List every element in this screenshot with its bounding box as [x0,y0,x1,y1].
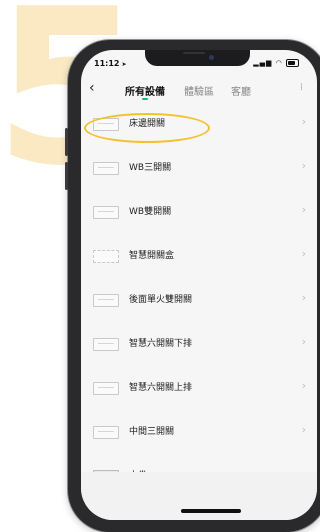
volume-down-button [65,162,68,190]
switch-icon [93,426,119,439]
list-item[interactable]: 智慧開關盒 › [81,234,317,278]
device-name: WB雙開關 [129,207,172,217]
switch-icon [93,206,119,219]
switch-icon [93,294,119,307]
device-name: WB三開關 [129,163,172,173]
wifi-icon: ◠ [275,59,283,67]
location-arrow-icon: ➤ [121,61,127,68]
device-name: 智慧開關盒 [129,251,175,261]
chevron-right-icon: › [301,335,306,348]
device-name: 智慧六開關上排 [129,383,193,393]
switch-icon [93,382,119,395]
volume-up-button [65,128,68,156]
highlight-ellipse [84,113,210,143]
list-item[interactable]: 中間三開關 › [81,410,317,454]
active-tab-indicator [142,98,148,100]
chevron-right-icon: › [301,423,306,436]
tab-experience-zone[interactable]: 體驗區 [184,83,214,98]
battery-icon [286,59,299,67]
status-time: 11:12 ➤ [94,59,127,68]
chevron-right-icon: › [301,291,306,304]
device-name: 中間三開關 [129,427,175,437]
chevron-right-icon: › [301,159,306,172]
signal-icon: ▂▄▆ [253,59,273,67]
list-item[interactable]: WB三開關 › [81,146,317,190]
device-name: 智慧六開關下排 [129,339,193,349]
switch-box-icon [93,250,119,263]
list-item[interactable]: 智慧六開關下排 › [81,322,317,366]
device-nav-bar: ‹ 所有設備 體驗區 客廳 ⁞ [81,78,317,102]
switch-icon [93,338,119,351]
switch-icon [93,162,119,175]
more-tabs-indicator[interactable]: ⁞ [300,82,303,93]
tab-all-devices[interactable]: 所有設備 [125,83,165,98]
list-item[interactable]: 智慧六開關上排 › [81,366,317,410]
status-icons: ▂▄▆ ◠ [253,59,299,67]
chevron-right-icon: › [301,247,306,260]
list-item[interactable]: 後面單火雙開關 › [81,278,317,322]
device-name: 後面單火雙開關 [129,295,193,305]
chevron-left-icon[interactable]: ‹ [89,80,95,96]
home-indicator [181,509,241,513]
list-item[interactable]: WB雙開關 › [81,190,317,234]
tab-living-room[interactable]: 客廳 [231,83,251,98]
chevron-right-icon: › [301,379,306,392]
chevron-right-icon: › [301,115,306,128]
chevron-right-icon: › [301,203,306,216]
status-bar: 11:12 ➤ ▂▄▆ ◠ [81,50,317,72]
